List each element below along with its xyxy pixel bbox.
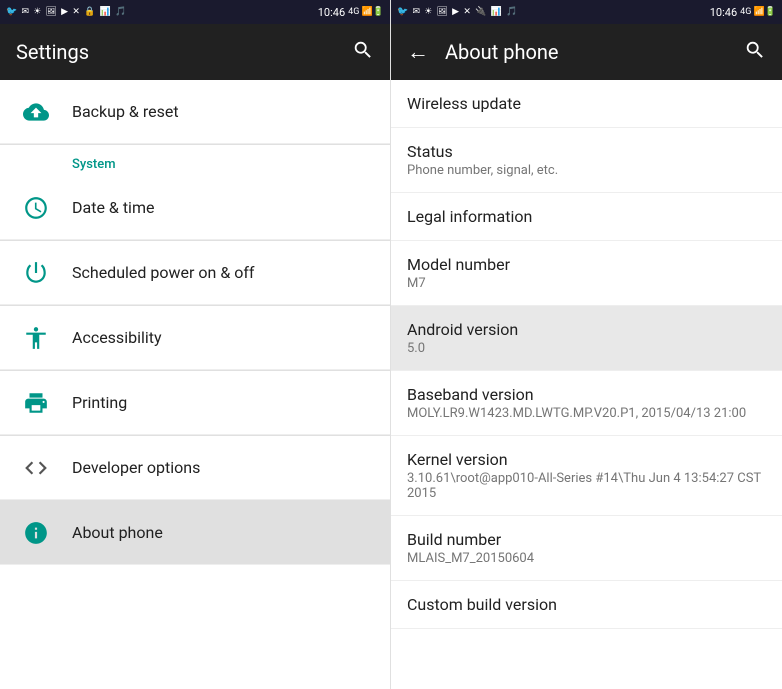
android-version-value: 5.0 xyxy=(407,341,766,356)
developer-options-text: Developer options xyxy=(72,458,200,477)
time-left: 10:46 xyxy=(318,6,345,19)
settings-title: Settings xyxy=(16,40,352,64)
about-phone-toolbar: ← About phone xyxy=(391,24,782,80)
android-version-title: Android version xyxy=(407,320,766,339)
settings-content: Backup & reset System Date & time Schedu… xyxy=(0,80,390,689)
detail-item-android-version[interactable]: Android version 5.0 xyxy=(391,306,782,371)
back-button[interactable]: ← xyxy=(407,39,429,65)
about-phone-title: About phone xyxy=(445,40,744,64)
about-phone-panel: 🐦 ✉ ☀ 🖼 ▶ ✕ 🔌 📊 🎵 10:46 4G 📶🔋 ← About ph… xyxy=(391,0,782,689)
scheduled-power-label: Scheduled power on & off xyxy=(72,263,255,282)
status-bar-right: 🐦 ✉ ☀ 🖼 ▶ ✕ 🔌 📊 🎵 10:46 4G 📶🔋 xyxy=(391,0,782,24)
model-number-value: M7 xyxy=(407,276,766,291)
list-item-printing[interactable]: Printing xyxy=(0,371,390,435)
settings-panel: 🐦 ✉ ☀ 🖼 ▶ ✕ 🔒 📊 🎵 10:46 4G 📶🔋 Settings B… xyxy=(0,0,391,689)
notification-icons: 🐦 ✉ ☀ 🖼 ▶ ✕ 🔒 📊 🎵 xyxy=(6,7,127,17)
detail-item-status[interactable]: Status Phone number, signal, etc. xyxy=(391,128,782,193)
status-info-right: 10:46 4G 📶🔋 xyxy=(710,6,776,19)
status-icons-right: 10:46 4G 📶🔋 xyxy=(318,6,384,19)
backup-icon xyxy=(16,92,56,132)
about-phone-content: Wireless update Status Phone number, sig… xyxy=(391,80,782,689)
time-right: 10:46 xyxy=(710,6,737,19)
date-time-text: Date & time xyxy=(72,198,154,217)
printing-text: Printing xyxy=(72,393,127,412)
print-icon xyxy=(16,383,56,423)
legal-information-title: Legal information xyxy=(407,207,766,226)
status-title: Status xyxy=(407,142,766,161)
detail-item-custom-build-version[interactable]: Custom build version xyxy=(391,581,782,629)
notification-icons-right: 🐦 ✉ ☀ 🖼 ▶ ✕ 🔌 📊 🎵 xyxy=(397,7,518,17)
accessibility-text: Accessibility xyxy=(72,328,162,347)
about-phone-text: About phone xyxy=(72,523,163,542)
search-icon-left[interactable] xyxy=(352,39,374,66)
about-phone-label: About phone xyxy=(72,523,163,542)
list-item-accessibility[interactable]: Accessibility xyxy=(0,306,390,370)
date-time-label: Date & time xyxy=(72,198,154,217)
detail-item-model-number[interactable]: Model number M7 xyxy=(391,241,782,306)
printing-label: Printing xyxy=(72,393,127,412)
detail-item-legal-information[interactable]: Legal information xyxy=(391,193,782,241)
info-icon xyxy=(16,513,56,553)
build-number-title: Build number xyxy=(407,530,766,549)
status-icons-right-left: 🐦 ✉ ☀ 🖼 ▶ ✕ 🔌 📊 🎵 xyxy=(397,7,518,17)
status-bar-left: 🐦 ✉ ☀ 🖼 ▶ ✕ 🔒 📊 🎵 10:46 4G 📶🔋 xyxy=(0,0,390,24)
baseband-version-value: MOLY.LR9.W1423.MD.LWTG.MP.V20.P1, 2015/0… xyxy=(407,406,766,421)
status-subtitle: Phone number, signal, etc. xyxy=(407,163,766,178)
scheduled-power-text: Scheduled power on & off xyxy=(72,263,255,282)
backup-reset-text: Backup & reset xyxy=(72,102,179,121)
baseband-version-title: Baseband version xyxy=(407,385,766,404)
system-section-header: System xyxy=(0,145,390,176)
search-icon-right[interactable] xyxy=(744,39,766,66)
kernel-version-value: 3.10.61\root@app010-All-Series #14\Thu J… xyxy=(407,471,766,501)
accessibility-label: Accessibility xyxy=(72,328,162,347)
accessibility-icon xyxy=(16,318,56,358)
list-item-backup-reset[interactable]: Backup & reset xyxy=(0,80,390,144)
detail-item-build-number[interactable]: Build number MLAIS_M7_20150604 xyxy=(391,516,782,581)
status-icons-left: 🐦 ✉ ☀ 🖼 ▶ ✕ 🔒 📊 🎵 xyxy=(6,7,127,17)
list-item-date-time[interactable]: Date & time xyxy=(0,176,390,240)
code-icon xyxy=(16,448,56,488)
kernel-version-title: Kernel version xyxy=(407,450,766,469)
power-icon xyxy=(16,253,56,293)
backup-reset-label: Backup & reset xyxy=(72,102,179,121)
list-item-scheduled-power[interactable]: Scheduled power on & off xyxy=(0,241,390,305)
signal-icons-right: 4G 📶🔋 xyxy=(740,7,776,17)
signal-icons-left: 4G 📶🔋 xyxy=(348,7,384,17)
custom-build-version-title: Custom build version xyxy=(407,595,766,614)
detail-item-wireless-update[interactable]: Wireless update xyxy=(391,80,782,128)
detail-item-kernel-version[interactable]: Kernel version 3.10.61\root@app010-All-S… xyxy=(391,436,782,516)
clock-icon xyxy=(16,188,56,228)
list-item-about-phone[interactable]: About phone xyxy=(0,501,390,565)
wireless-update-title: Wireless update xyxy=(407,94,766,113)
developer-options-label: Developer options xyxy=(72,458,200,477)
model-number-title: Model number xyxy=(407,255,766,274)
settings-toolbar: Settings xyxy=(0,24,390,80)
build-number-value: MLAIS_M7_20150604 xyxy=(407,551,766,566)
detail-item-baseband-version[interactable]: Baseband version MOLY.LR9.W1423.MD.LWTG.… xyxy=(391,371,782,436)
list-item-developer-options[interactable]: Developer options xyxy=(0,436,390,500)
